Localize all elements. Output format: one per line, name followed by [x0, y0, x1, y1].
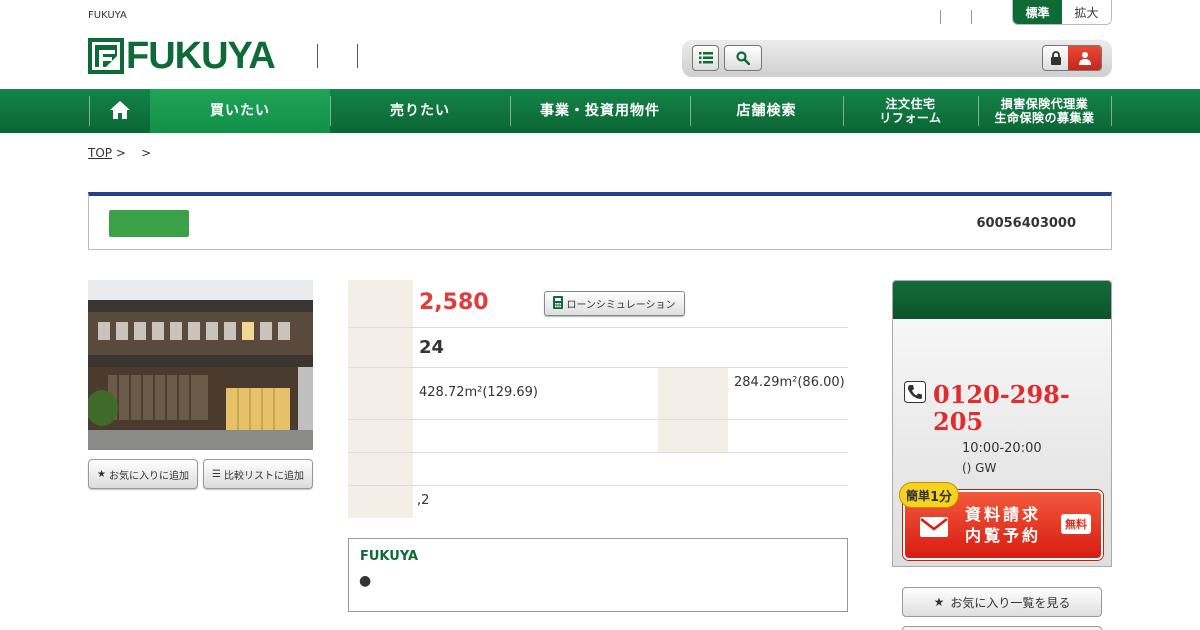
nav-home[interactable] [90, 89, 150, 133]
home-icon [109, 100, 131, 123]
list-icon: ☰ [212, 468, 221, 480]
property-note-box: FUKUYA ● [348, 538, 848, 612]
table-header-cell [348, 486, 413, 518]
user-icon [1068, 46, 1101, 70]
size-standard-button[interactable]: 標準 [1013, 0, 1062, 24]
request-info-label: 資料請求 内覧予約 [965, 504, 1041, 546]
property-misc: ,2 [417, 493, 430, 508]
property-category-tag [109, 210, 189, 237]
property-price: 2,580 [419, 290, 489, 315]
table-header-cell [348, 280, 413, 327]
breadcrumb-top-link[interactable]: TOP [88, 146, 112, 160]
loan-simulation-button[interactable]: ローンシミュレーション [544, 291, 685, 316]
table-row: ,2 [348, 486, 848, 518]
request-info-line1: 資料請求 [965, 505, 1042, 524]
table-row: 428.72m²(129.69) 284.29m²(86.00) [348, 368, 848, 420]
list-icon [698, 52, 713, 64]
business-hours: 10:00-20:00 [962, 441, 1042, 456]
nav-stores[interactable]: 店舗検索 [690, 89, 843, 133]
table-row [348, 420, 848, 453]
property-title-box: 60056403000 [88, 192, 1112, 250]
nav-insurance-line2: 生命保険の募集業 [994, 111, 1095, 125]
page: FUKUYA FUKUYA 標準 拡大 買いたい 売りたい 事業・投資用物件 店… [0, 0, 1200, 630]
quick-badge-pre: 簡単 [905, 488, 930, 503]
table-header-cell [348, 453, 413, 485]
nav-custom-home-line1: 注文住宅 [885, 97, 936, 111]
star-icon: ★ [97, 468, 106, 480]
nav-insurance[interactable]: 損害保険代理業 生命保険の募集業 [978, 89, 1111, 133]
property-id: 60056403000 [976, 216, 1077, 231]
breadcrumb-separator: > [115, 146, 126, 160]
header-divider [317, 44, 318, 68]
add-compare-button[interactable]: ☰ 比較リストに追加 [203, 459, 313, 489]
nav-custom-home-line2: リフォーム [879, 111, 942, 125]
site-tagline: FUKUYA [88, 10, 127, 21]
header-divider [971, 10, 972, 24]
lock-icon [1043, 46, 1068, 70]
view-favorites-label: お気に入り一覧を見る [950, 595, 1071, 610]
property-photo[interactable] [88, 280, 313, 450]
nav-buy[interactable]: 買いたい [150, 89, 330, 133]
table-row: 24 [348, 328, 848, 368]
search-icon [736, 51, 750, 65]
contact-panel-header [893, 281, 1111, 319]
contact-phone-number[interactable]: 0120-298-205 [933, 381, 1103, 435]
add-favorite-label: お気に入りに追加 [108, 470, 189, 482]
business-holiday: () GW [962, 461, 997, 475]
table-header-cell [658, 368, 728, 419]
table-header-cell [348, 368, 413, 419]
logo-mark-icon [88, 38, 124, 74]
text-size-switcher: 標準 拡大 [1012, 0, 1112, 25]
search-button[interactable] [724, 45, 762, 71]
table-row [348, 453, 848, 486]
note-bullet: ● [359, 573, 372, 589]
contact-panel: 0120-298-205 10:00-20:00 () GW 資料請求 内覧予約… [892, 280, 1112, 567]
table-header-cell [348, 420, 413, 452]
breadcrumb: TOP > > [88, 146, 151, 160]
logo-text: FUKUYA [126, 35, 276, 77]
nav-divider [1111, 96, 1112, 126]
table-header-cell [658, 420, 728, 452]
table-row: 2,580 ローンシミュレーション [348, 280, 848, 328]
secondary-list-button[interactable] [902, 626, 1102, 630]
header-divider [357, 44, 358, 68]
header-divider [940, 10, 941, 24]
property-age: 24 [419, 337, 445, 358]
phone-icon [904, 381, 926, 407]
free-badge: 無料 [1061, 514, 1091, 534]
note-title: FUKUYA [360, 549, 419, 564]
quick-badge: 簡単 1分 [899, 482, 959, 508]
nav-insurance-line1: 損害保険代理業 [1000, 97, 1089, 111]
view-favorites-button[interactable]: ★ お気に入り一覧を見る [902, 587, 1102, 617]
building-area: 284.29m²(86.00) [734, 375, 845, 390]
land-area: 428.72m²(129.69) [419, 385, 538, 400]
nav-business[interactable]: 事業・投資用物件 [510, 89, 690, 133]
calculator-icon [553, 295, 564, 312]
star-icon: ★ [933, 595, 945, 609]
loan-simulation-label: ローンシミュレーション [566, 300, 676, 311]
site-logo[interactable]: FUKUYA [88, 35, 276, 77]
header-toolbar [682, 40, 1112, 77]
login-button[interactable] [1042, 45, 1102, 71]
size-large-button[interactable]: 拡大 [1062, 0, 1111, 24]
request-info-line2: 内覧予約 [965, 526, 1042, 545]
add-compare-label: 比較リストに追加 [223, 470, 304, 482]
quick-badge-num: 1分 [929, 489, 953, 505]
nav-custom-home[interactable]: 注文住宅 リフォーム [843, 89, 978, 133]
breadcrumb-separator: > [141, 146, 152, 160]
table-header-cell [348, 328, 413, 367]
list-button[interactable] [692, 45, 719, 71]
mail-icon [919, 516, 949, 542]
main-nav: 買いたい 売りたい 事業・投資用物件 店舗検索 注文住宅 リフォーム 損害保険代… [0, 89, 1200, 133]
nav-sell[interactable]: 売りたい [330, 89, 510, 133]
add-favorite-button[interactable]: ★ お気に入りに追加 [88, 459, 198, 489]
